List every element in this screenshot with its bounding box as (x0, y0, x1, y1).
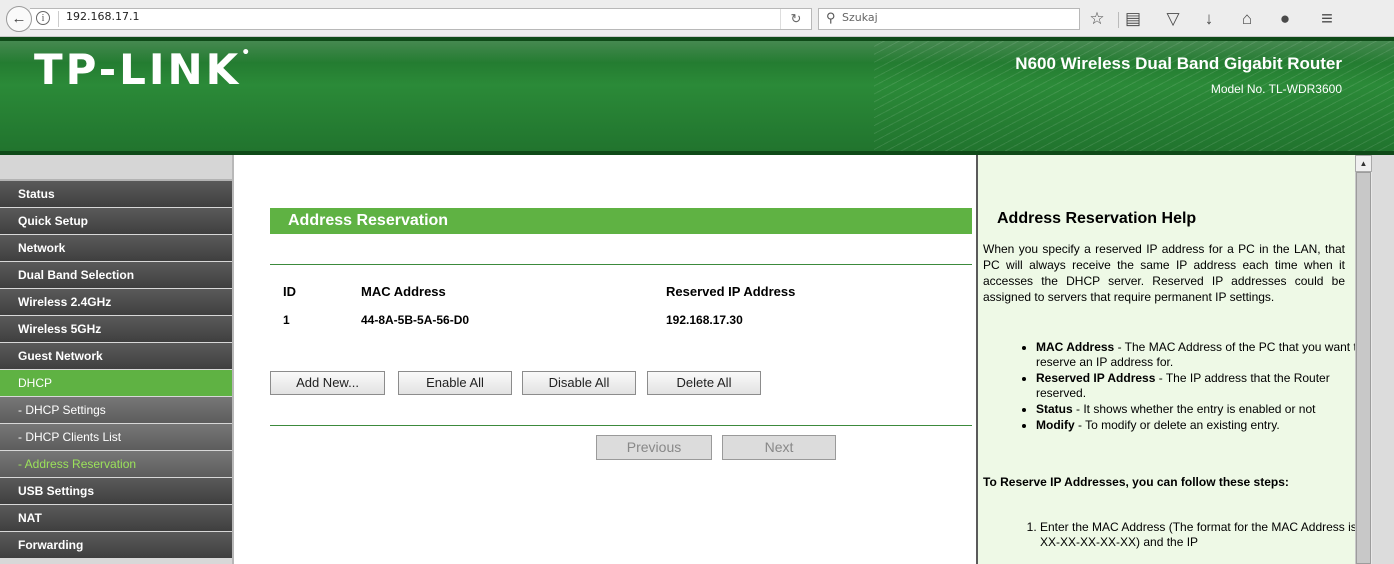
help-desc: - It shows whether the entry is enabled … (1072, 402, 1316, 416)
column-header-mac: MAC Address (361, 284, 446, 299)
search-icon: ⚲ (826, 10, 836, 25)
menu-header (0, 155, 232, 181)
disable-all-button[interactable]: Disable All (522, 371, 636, 395)
list-item: Status - It shows whether the entry is e… (1036, 402, 1376, 417)
toolbar-separator (1118, 12, 1119, 28)
reading-list-icon[interactable]: ▤ (1122, 9, 1144, 29)
search-input[interactable]: Szukaj (842, 11, 878, 24)
sidebar-item-guest-network[interactable]: Guest Network (0, 343, 232, 369)
help-term: MAC Address (1036, 340, 1115, 354)
product-name: N600 Wireless Dual Band Gigabit Router (1015, 54, 1342, 73)
list-item: Modify - To modify or delete an existing… (1036, 418, 1376, 433)
pocket-icon[interactable]: ▽ (1162, 9, 1184, 29)
add-new-button[interactable]: Add New... (270, 371, 385, 395)
sidebar-item-wireless-5[interactable]: Wireless 5GHz (0, 316, 232, 342)
delete-all-button[interactable]: Delete All (647, 371, 761, 395)
divider (270, 425, 972, 426)
help-term: Modify (1036, 418, 1075, 432)
help-steps-list: Enter the MAC Address (The format for th… (1000, 520, 1384, 550)
sidebar-item-network[interactable]: Network (0, 235, 232, 261)
help-desc: - To modify or delete an existing entry. (1074, 418, 1280, 432)
help-intro: When you specify a reserved IP address f… (983, 242, 1345, 304)
logo-text: TP-LINK (34, 45, 242, 94)
url-text[interactable]: 192.168.17.1 (66, 10, 139, 23)
help-title: Address Reservation Help (997, 210, 1197, 227)
home-icon[interactable]: ⌂ (1236, 9, 1258, 29)
list-item: Enter the MAC Address (The format for th… (1040, 520, 1384, 550)
page-title: Address Reservation (288, 212, 449, 229)
sidebar-item-dhcp-clients[interactable]: - DHCP Clients List (0, 424, 232, 450)
sidebar-item-usb-settings[interactable]: USB Settings (0, 478, 232, 504)
sidebar-menu: Status Quick Setup Network Dual Band Sel… (0, 155, 232, 564)
help-term: Status (1036, 402, 1073, 416)
row-ip: 192.168.17.30 (666, 313, 743, 327)
url-bar[interactable] (30, 8, 812, 30)
scroll-up-icon[interactable]: ▲ (1355, 155, 1372, 172)
tp-link-logo: TP-LINK• (34, 45, 253, 94)
scrollbar-thumb[interactable] (1356, 172, 1371, 564)
help-steps-title: To Reserve IP Addresses, you can follow … (983, 475, 1289, 489)
help-list: MAC Address - The MAC Address of the PC … (1006, 340, 1376, 434)
row-mac: 44-8A-5B-5A-56-D0 (361, 313, 470, 327)
url-separator (58, 11, 59, 27)
menu-icon[interactable]: ≡ (1316, 9, 1338, 29)
previous-button[interactable]: Previous (596, 435, 712, 460)
sidebar-item-dual-band[interactable]: Dual Band Selection (0, 262, 232, 288)
info-icon[interactable]: i (36, 11, 50, 25)
registered-mark: • (241, 45, 254, 61)
back-arrow-icon[interactable]: ← (6, 6, 32, 32)
model-number: Model No. TL-WDR3600 (1210, 82, 1342, 96)
menu-divider (232, 155, 234, 564)
sidebar-item-status[interactable]: Status (0, 181, 232, 207)
sidebar-item-forwarding[interactable]: Forwarding (0, 532, 232, 558)
divider (270, 264, 972, 265)
sidebar-item-dhcp-settings[interactable]: - DHCP Settings (0, 397, 232, 423)
sidebar-item-dhcp[interactable]: DHCP (0, 370, 232, 396)
sidebar-item-nat[interactable]: NAT (0, 505, 232, 531)
enable-all-button[interactable]: Enable All (398, 371, 512, 395)
row-id: 1 (283, 313, 290, 327)
column-header-ip: Reserved IP Address (666, 284, 796, 299)
next-button[interactable]: Next (722, 435, 836, 460)
sidebar-item-wireless-24[interactable]: Wireless 2.4GHz (0, 289, 232, 315)
star-icon[interactable]: ☆ (1086, 9, 1108, 29)
column-header-id: ID (283, 284, 296, 299)
chat-icon[interactable]: ● (1274, 9, 1296, 29)
download-icon[interactable]: ↓ (1198, 9, 1220, 29)
page-margin (1372, 155, 1394, 564)
reload-icon[interactable]: ↻ (780, 9, 811, 29)
list-item: Reserved IP Address - The IP address tha… (1036, 371, 1376, 401)
list-item: MAC Address - The MAC Address of the PC … (1036, 340, 1376, 370)
sidebar-item-quick-setup[interactable]: Quick Setup (0, 208, 232, 234)
help-term: Reserved IP Address (1036, 371, 1156, 385)
sidebar-item-address-reservation[interactable]: - Address Reservation (0, 451, 232, 477)
